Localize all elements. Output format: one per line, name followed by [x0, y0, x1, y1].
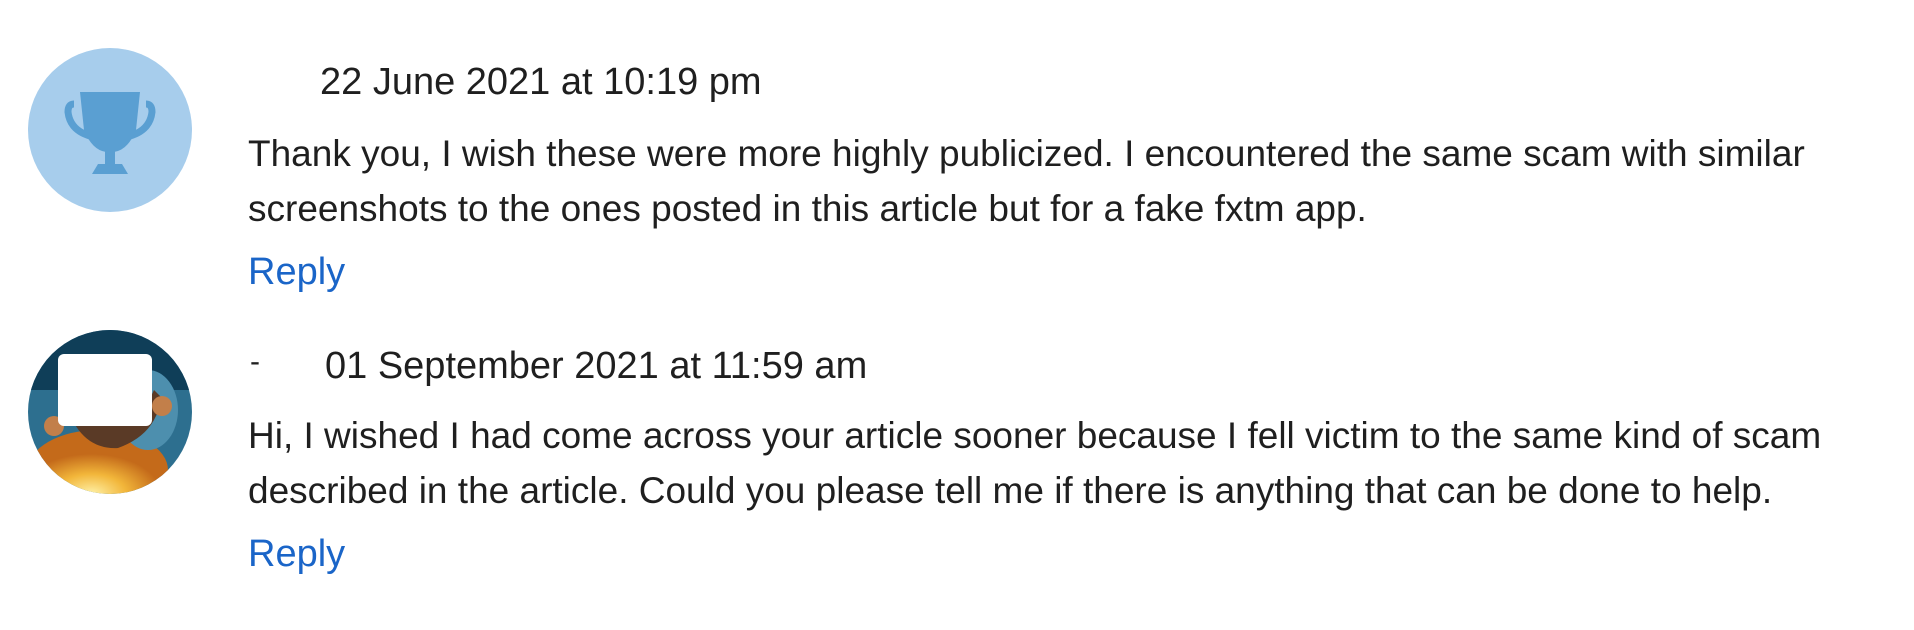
trophy-icon	[64, 92, 156, 174]
avatar	[28, 48, 192, 212]
comment-author: -	[250, 345, 260, 378]
comment-text: Hi, I wished I had come across your arti…	[248, 415, 1822, 511]
user-photo	[28, 330, 192, 494]
comment-date: 22 June 2021 at 10:19 pm	[320, 61, 762, 103]
reply-link[interactable]: Reply	[248, 250, 345, 294]
comment: 22 June 2021 at 10:19 pm Thank you, I wi…	[0, 0, 1914, 300]
comment-text: Thank you, I wish these were more highly…	[248, 133, 1805, 229]
reply-link[interactable]: Reply	[248, 532, 345, 576]
avatar	[28, 330, 192, 494]
comment: - 01 September 2021 at 11:59 am Hi, I wi…	[0, 300, 1914, 630]
comment-date: 01 September 2021 at 11:59 am	[325, 345, 868, 387]
